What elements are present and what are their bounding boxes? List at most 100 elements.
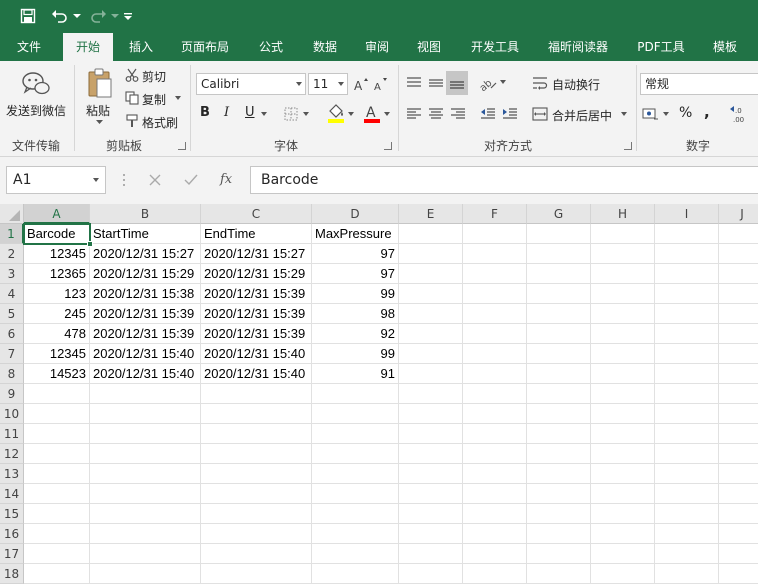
cell[interactable] — [591, 404, 655, 424]
cell[interactable] — [399, 364, 463, 384]
cell[interactable]: 123 — [24, 284, 90, 304]
cell[interactable]: 92 — [312, 324, 399, 344]
cell[interactable] — [463, 504, 527, 524]
cell[interactable] — [527, 264, 591, 284]
cell[interactable] — [463, 484, 527, 504]
cut-label[interactable]: 剪切 — [142, 68, 166, 85]
column-header[interactable]: H — [591, 204, 655, 224]
cell[interactable] — [655, 304, 719, 324]
cell[interactable] — [463, 284, 527, 304]
row-header[interactable]: 16 — [0, 524, 24, 544]
cell[interactable] — [527, 564, 591, 584]
row-header[interactable]: 7 — [0, 344, 24, 364]
tab-developer[interactable]: 开发工具 — [462, 33, 528, 61]
decrease-indent-icon[interactable] — [478, 104, 498, 124]
cell[interactable]: 14523 — [24, 364, 90, 384]
cell[interactable] — [24, 384, 90, 404]
cell[interactable]: 478 — [24, 324, 90, 344]
align-center-icon[interactable] — [426, 104, 446, 124]
cell[interactable] — [399, 344, 463, 364]
cell[interactable] — [655, 344, 719, 364]
cell[interactable]: 99 — [312, 284, 399, 304]
cell[interactable] — [527, 344, 591, 364]
column-header[interactable]: F — [463, 204, 527, 224]
font-size-dropdown[interactable]: 11 — [308, 73, 348, 95]
cell[interactable] — [655, 504, 719, 524]
row-header[interactable]: 5 — [0, 304, 24, 324]
orientation-icon[interactable]: ab — [478, 73, 498, 93]
cell[interactable]: StartTime — [90, 224, 201, 244]
tab-file[interactable]: 文件 — [6, 33, 52, 61]
cell[interactable] — [655, 544, 719, 564]
cell[interactable]: 2020/12/31 15:29 — [90, 264, 201, 284]
accounting-format-icon[interactable] — [640, 104, 662, 124]
increase-decimal-icon[interactable]: .0.00 — [728, 103, 752, 125]
cell[interactable] — [591, 424, 655, 444]
column-header[interactable]: I — [655, 204, 719, 224]
cell[interactable] — [463, 384, 527, 404]
cell[interactable] — [399, 324, 463, 344]
cell[interactable] — [655, 464, 719, 484]
wrap-text-icon[interactable] — [530, 73, 550, 93]
cell[interactable] — [312, 384, 399, 404]
cell[interactable] — [591, 464, 655, 484]
cell[interactable] — [312, 524, 399, 544]
row-header[interactable]: 10 — [0, 404, 24, 424]
column-header[interactable]: E — [399, 204, 463, 224]
cell[interactable] — [24, 424, 90, 444]
cell[interactable] — [655, 424, 719, 444]
grow-font-icon[interactable]: A — [352, 73, 370, 95]
tab-foxit-reader[interactable]: 福昕阅读器 — [540, 33, 616, 61]
cell[interactable] — [90, 404, 201, 424]
formula-input[interactable]: Barcode — [250, 166, 758, 194]
cell[interactable] — [591, 444, 655, 464]
tab-review[interactable]: 审阅 — [354, 33, 400, 61]
shrink-font-icon[interactable]: A — [372, 73, 390, 95]
align-middle-icon[interactable] — [426, 73, 446, 93]
cell[interactable] — [591, 564, 655, 584]
cell[interactable]: 2020/12/31 15:39 — [90, 324, 201, 344]
cell[interactable] — [90, 564, 201, 584]
cell[interactable] — [527, 544, 591, 564]
cell[interactable] — [463, 544, 527, 564]
number-format-dropdown[interactable]: 常规 — [640, 73, 758, 95]
cell[interactable] — [719, 524, 758, 544]
cell[interactable] — [463, 404, 527, 424]
cell[interactable] — [527, 444, 591, 464]
cell[interactable] — [312, 544, 399, 564]
cell[interactable] — [399, 424, 463, 444]
cell[interactable] — [719, 324, 758, 344]
cell[interactable] — [527, 504, 591, 524]
cell[interactable] — [463, 344, 527, 364]
fill-handle[interactable] — [87, 241, 93, 247]
redo-dropdown-icon[interactable] — [110, 4, 120, 28]
cell[interactable] — [527, 224, 591, 244]
cell[interactable] — [90, 544, 201, 564]
cell[interactable] — [399, 384, 463, 404]
row-header[interactable]: 6 — [0, 324, 24, 344]
align-bottom-icon[interactable] — [446, 71, 468, 95]
cell[interactable] — [90, 484, 201, 504]
cell[interactable] — [463, 304, 527, 324]
cell[interactable]: 2020/12/31 15:39 — [201, 304, 312, 324]
cell[interactable]: 97 — [312, 244, 399, 264]
cell[interactable]: 12365 — [24, 264, 90, 284]
cell[interactable] — [399, 404, 463, 424]
cell[interactable] — [463, 524, 527, 544]
wechat-icon[interactable] — [20, 69, 52, 99]
underline-dropdown-icon[interactable] — [260, 111, 268, 117]
increase-indent-icon[interactable] — [500, 104, 520, 124]
cell[interactable] — [719, 224, 758, 244]
cell[interactable] — [655, 264, 719, 284]
cell[interactable] — [719, 384, 758, 404]
cell[interactable] — [399, 244, 463, 264]
cell[interactable] — [655, 484, 719, 504]
paste-label[interactable]: 粘贴 — [86, 102, 110, 119]
font-color-icon[interactable]: A — [362, 101, 382, 125]
cell[interactable] — [719, 344, 758, 364]
cell[interactable] — [655, 404, 719, 424]
cell[interactable] — [90, 384, 201, 404]
cell[interactable] — [655, 564, 719, 584]
cell[interactable]: 12345 — [24, 244, 90, 264]
column-header[interactable]: A — [24, 204, 90, 224]
